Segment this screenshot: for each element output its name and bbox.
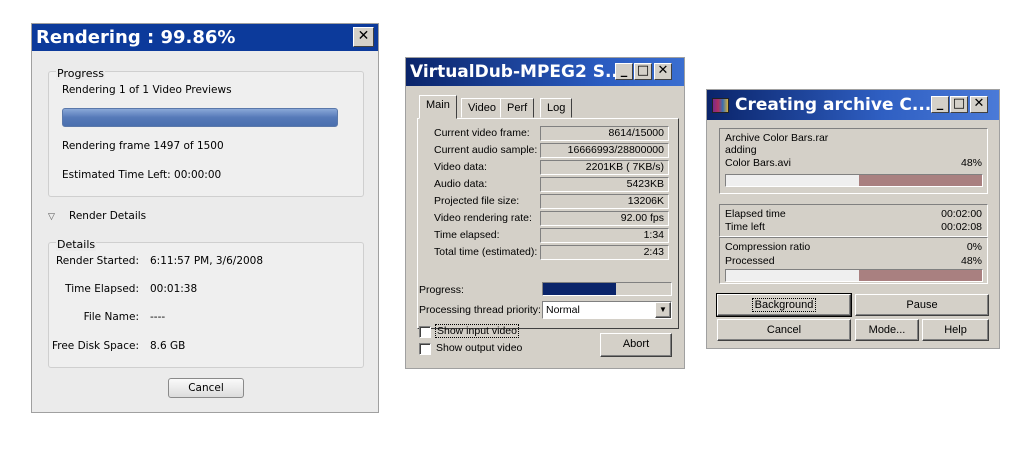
- stat-label: Current video frame:: [434, 127, 530, 139]
- stat-label: Total time (estimated):: [434, 246, 538, 258]
- detail-value: ----: [150, 311, 166, 323]
- file-progress-bar: [725, 174, 983, 187]
- stat-label: Video data:: [434, 161, 487, 173]
- render-progress-bar: [62, 108, 338, 127]
- cancel-button[interactable]: Cancel: [168, 378, 244, 398]
- show-input-label[interactable]: Show input video: [435, 324, 519, 338]
- compression-group: Compression ratio 0% Processed 48%: [719, 237, 988, 284]
- help-button[interactable]: Help: [922, 319, 989, 341]
- file-percent: 48%: [960, 157, 982, 169]
- time-left-text: Estimated Time Left: 00:00:00: [62, 169, 222, 181]
- details-group-label: Details: [56, 238, 97, 251]
- archive-action: adding: [725, 144, 757, 156]
- stat-value: 8614/15000: [540, 126, 669, 141]
- priority-label: Processing thread priority:: [419, 304, 541, 316]
- render-status: Rendering 1 of 1 Video Previews: [62, 84, 232, 96]
- ratio-label: Compression ratio: [725, 241, 811, 253]
- winrar-app-icon: [712, 98, 729, 113]
- dropdown-arrow-icon[interactable]: ▼: [655, 302, 671, 318]
- vdub-progress-bar: [542, 282, 672, 296]
- rendering-dialog: Rendering : 99.86% ✕ Progress Rendering …: [31, 23, 379, 413]
- detail-value: 8.6 GB: [150, 340, 186, 352]
- progress-group-label: Progress: [56, 67, 105, 80]
- close-icon[interactable]: ✕: [970, 96, 988, 113]
- close-icon[interactable]: ✕: [353, 27, 374, 47]
- minimize-icon[interactable]: _: [931, 96, 949, 113]
- progress-label: Progress:: [419, 284, 464, 296]
- archive-name: Archive Color Bars.rar: [725, 132, 829, 144]
- maximize-icon[interactable]: □: [634, 63, 652, 80]
- time-left-value: 00:02:08: [941, 221, 982, 233]
- abort-button[interactable]: Abort: [600, 333, 672, 357]
- progress-group: Progress Rendering 1 of 1 Video Previews…: [48, 67, 364, 197]
- tab-log[interactable]: Log: [540, 98, 573, 118]
- main-tab-panel: Current video frame: 8614/15000 Current …: [417, 118, 679, 329]
- maximize-icon[interactable]: □: [950, 96, 968, 113]
- time-left-label: Time left: [725, 221, 765, 233]
- minimize-icon[interactable]: _: [615, 63, 633, 80]
- stat-value: 2201KB ( 7KB/s): [540, 160, 669, 175]
- render-details-label: Render Details: [69, 210, 147, 222]
- elapsed-value: 00:02:00: [941, 208, 982, 220]
- winrar-dialog: Creating archive C... _ □ ✕ Archive Colo…: [706, 89, 1000, 349]
- close-icon[interactable]: ✕: [654, 63, 672, 80]
- processed-progress-fill: [859, 270, 982, 281]
- file-progress-fill: [859, 175, 982, 186]
- priority-value: Normal: [546, 304, 580, 316]
- detail-value: 00:01:38: [150, 283, 198, 295]
- current-file: Color Bars.avi: [725, 157, 791, 169]
- background-button-label: Background: [751, 298, 817, 312]
- archive-info-group: Archive Color Bars.rar adding Color Bars…: [719, 128, 988, 194]
- priority-select[interactable]: Normal ▼: [542, 301, 672, 319]
- stat-value: 13206K: [540, 194, 669, 209]
- stat-value: 92.00 fps: [540, 211, 669, 226]
- rendering-title: Rendering : 99.86%: [32, 24, 378, 51]
- processed-label: Processed: [725, 255, 775, 267]
- detail-label: Render Started:: [55, 255, 139, 267]
- details-group: Details Render Started: 6:11:57 PM, 3/6/…: [48, 238, 364, 368]
- stat-label: Projected file size:: [434, 195, 520, 207]
- mode-button[interactable]: Mode...: [855, 319, 919, 341]
- stat-label: Video rendering rate:: [434, 212, 532, 224]
- frame-text: Rendering frame 1497 of 1500: [62, 140, 224, 152]
- detail-value: 6:11:57 PM, 3/6/2008: [150, 255, 264, 267]
- stat-value: 1:34: [540, 228, 669, 243]
- virtualdub-dialog: VirtualDub-MPEG2 S... _ □ ✕ Main Video P…: [405, 57, 685, 369]
- stat-value: 2:43: [540, 245, 669, 260]
- detail-label: File Name:: [83, 311, 139, 323]
- elapsed-label: Elapsed time: [725, 208, 786, 220]
- stat-label: Time elapsed:: [434, 229, 500, 241]
- stat-value: 5423KB: [540, 177, 669, 192]
- stat-value: 16666993/28800000: [540, 143, 669, 158]
- detail-label: Free Disk Space:: [51, 340, 139, 352]
- tab-video[interactable]: Video: [461, 98, 503, 118]
- stat-label: Audio data:: [434, 178, 488, 190]
- processed-value: 48%: [960, 255, 982, 267]
- ratio-value: 0%: [966, 241, 982, 253]
- show-output-checkbox[interactable]: [419, 343, 431, 355]
- show-input-checkbox[interactable]: [419, 326, 431, 338]
- processed-progress-bar: [725, 269, 983, 282]
- show-output-label[interactable]: Show output video: [436, 342, 522, 354]
- stat-label: Current audio sample:: [434, 144, 538, 156]
- background-button[interactable]: Background: [716, 293, 852, 317]
- cancel-button[interactable]: Cancel: [717, 319, 851, 341]
- tab-perf[interactable]: Perf: [500, 98, 535, 118]
- chevron-down-icon: ▽: [48, 211, 55, 221]
- tab-main[interactable]: Main: [419, 95, 457, 119]
- time-group: Elapsed time 00:02:00 Time left 00:02:08: [719, 204, 988, 237]
- vdub-progress-fill: [543, 283, 617, 295]
- detail-label: Time Elapsed:: [65, 283, 139, 295]
- pause-button[interactable]: Pause: [855, 294, 989, 316]
